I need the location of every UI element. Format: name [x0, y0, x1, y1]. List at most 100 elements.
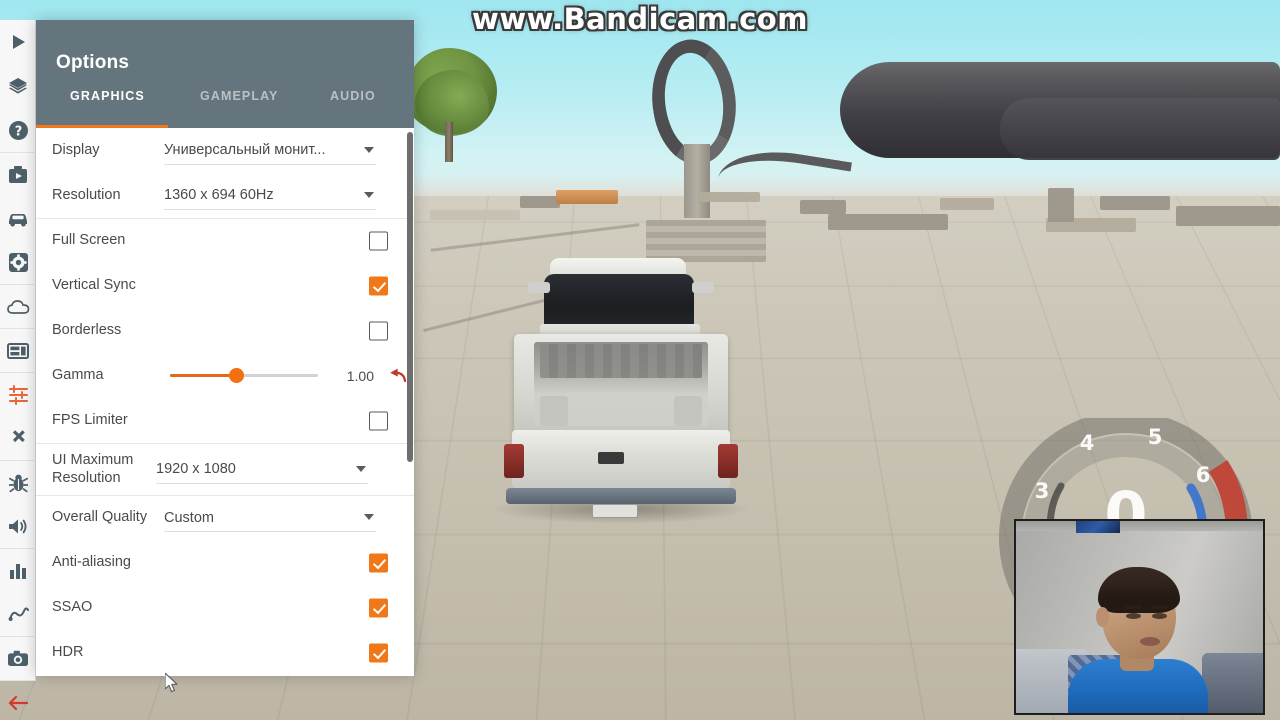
- row-vertical-sync: Vertical Sync: [36, 263, 414, 308]
- chevron-down-icon: [364, 514, 374, 520]
- checkbox-fps-limiter[interactable]: [369, 411, 388, 430]
- value-display: Универсальный монит...: [164, 142, 326, 158]
- tach-tick-4: 4: [1080, 431, 1095, 455]
- value-gamma: 1.00: [346, 367, 374, 384]
- value-ui-maximum-resolution: 1920 x 1080: [156, 461, 236, 477]
- value-resolution: 1360 x 694 60Hz: [164, 187, 274, 203]
- prop-slab: [828, 214, 948, 230]
- prop-slab: [940, 198, 994, 210]
- tunnel-tube-secondary: [1000, 98, 1280, 160]
- sidebar-item-move[interactable]: [0, 416, 36, 460]
- move-icon: [8, 428, 28, 448]
- tach-tick-3: 3: [1035, 479, 1050, 503]
- tab-audio[interactable]: AUDIO: [292, 88, 414, 128]
- panel-scrollbar[interactable]: [407, 128, 414, 676]
- sidebar-item-scenarios[interactable]: [0, 152, 36, 196]
- prop-slab: [520, 196, 560, 208]
- loop-ramp: [640, 29, 853, 224]
- scenarios-icon: [8, 165, 28, 184]
- label-fps-limiter: FPS Limiter: [52, 411, 128, 428]
- checkbox-borderless[interactable]: [369, 321, 388, 340]
- chevron-down-icon: [356, 465, 366, 472]
- sidebar-item-layers[interactable]: [0, 64, 36, 108]
- select-display[interactable]: Универсальный монит...: [164, 137, 376, 165]
- sidebar-item-screenshot[interactable]: [0, 636, 36, 680]
- webcam-overlay[interactable]: [1014, 519, 1265, 715]
- row-gamma: Gamma 1.00: [36, 353, 414, 398]
- label-ui-maximum-resolution: UI Maximum Resolution: [52, 452, 134, 486]
- svg-text:?: ?: [14, 124, 22, 139]
- checkbox-vertical-sync[interactable]: [369, 276, 388, 295]
- row-overall-quality: Overall Quality Custom: [36, 495, 414, 540]
- sliders-icon: [8, 384, 29, 405]
- sidebar-item-settings[interactable]: [0, 240, 36, 284]
- slider-gamma-fill: [170, 374, 237, 377]
- layout-icon: [7, 342, 29, 359]
- tab-bar: GRAPHICS GAMEPLAY AUDIO: [36, 88, 414, 128]
- row-borderless: Borderless: [36, 308, 414, 353]
- checkbox-full-screen[interactable]: [369, 231, 388, 251]
- checkbox-hdr[interactable]: [369, 643, 388, 662]
- label-full-screen: Full Screen: [52, 232, 126, 249]
- settings-list: Display Универсальный монит... Resolutio…: [36, 128, 414, 675]
- panel-scroll-thumb[interactable]: [407, 132, 413, 462]
- prop-slab: [700, 192, 760, 202]
- select-ui-maximum-resolution[interactable]: 1920 x 1080: [156, 456, 368, 484]
- player-vehicle-truck[interactable]: [488, 258, 754, 526]
- page-title: Options: [56, 52, 130, 73]
- undo-icon[interactable]: [388, 368, 408, 384]
- chevron-down-icon: [364, 146, 374, 153]
- options-panel: Options GRAPHICS GAMEPLAY AUDIO Display …: [36, 20, 414, 676]
- sidebar-item-debug[interactable]: [0, 460, 36, 504]
- panel-body: Display Универсальный монит... Resolutio…: [36, 128, 414, 676]
- tach-tick-5: 5: [1148, 425, 1163, 449]
- tach-tick-6: 6: [1196, 463, 1211, 487]
- sidebar-item-options[interactable]: [0, 372, 36, 416]
- sidebar-item-back[interactable]: [0, 680, 36, 720]
- audio-icon: [7, 517, 29, 536]
- back-arrow-icon: [7, 695, 29, 711]
- tab-gameplay[interactable]: GAMEPLAY: [168, 88, 292, 128]
- camera-icon: [7, 650, 29, 667]
- node-path-icon: [8, 605, 29, 624]
- checkbox-anti-aliasing[interactable]: [369, 553, 388, 572]
- layers-icon: [8, 76, 28, 96]
- slider-gamma-thumb[interactable]: [229, 368, 245, 383]
- slider-gamma[interactable]: [170, 368, 318, 383]
- select-resolution[interactable]: 1360 x 694 60Hz: [164, 182, 376, 210]
- sidebar-item-play[interactable]: [0, 20, 36, 64]
- sidebar-item-vehicles[interactable]: [0, 196, 36, 240]
- row-display: Display Универсальный монит...: [36, 128, 414, 173]
- row-anti-aliasing: Anti-aliasing: [36, 540, 414, 585]
- label-overall-quality: Overall Quality: [52, 509, 148, 526]
- left-icon-sidebar: ?: [0, 20, 36, 710]
- gamma-slider-wrap: 1.00: [170, 368, 408, 384]
- tab-graphics[interactable]: GRAPHICS: [36, 88, 168, 128]
- label-vertical-sync: Vertical Sync: [52, 276, 136, 293]
- prop-slab: [1100, 196, 1170, 210]
- sidebar-item-layout[interactable]: [0, 328, 36, 372]
- chevron-down-icon: [364, 191, 374, 198]
- value-overall-quality: Custom: [164, 509, 214, 526]
- checkbox-ssao[interactable]: [369, 598, 388, 617]
- row-fps-limiter: FPS Limiter: [36, 398, 414, 443]
- label-resolution: Resolution: [52, 186, 121, 203]
- help-icon: ?: [8, 120, 29, 141]
- tree: [405, 48, 497, 162]
- label-ssao: SSAO: [52, 598, 93, 615]
- sidebar-item-node-path[interactable]: [0, 592, 36, 636]
- label-borderless: Borderless: [52, 321, 122, 338]
- prop-stairs: [646, 220, 766, 262]
- row-ui-maximum-resolution: UI Maximum Resolution 1920 x 1080: [36, 443, 414, 495]
- sidebar-item-environment[interactable]: [0, 284, 36, 328]
- panel-header: Options GRAPHICS GAMEPLAY AUDIO: [36, 20, 414, 128]
- prop-slab: [800, 200, 846, 214]
- vehicles-icon: [7, 210, 29, 227]
- label-hdr: HDR: [52, 643, 84, 660]
- stats-icon: [8, 562, 28, 580]
- sidebar-item-stats[interactable]: [0, 548, 36, 592]
- select-overall-quality[interactable]: Custom: [164, 504, 376, 532]
- sidebar-item-audio[interactable]: [0, 504, 36, 548]
- row-full-screen: Full Screen: [36, 218, 414, 263]
- sidebar-item-help[interactable]: ?: [0, 108, 36, 152]
